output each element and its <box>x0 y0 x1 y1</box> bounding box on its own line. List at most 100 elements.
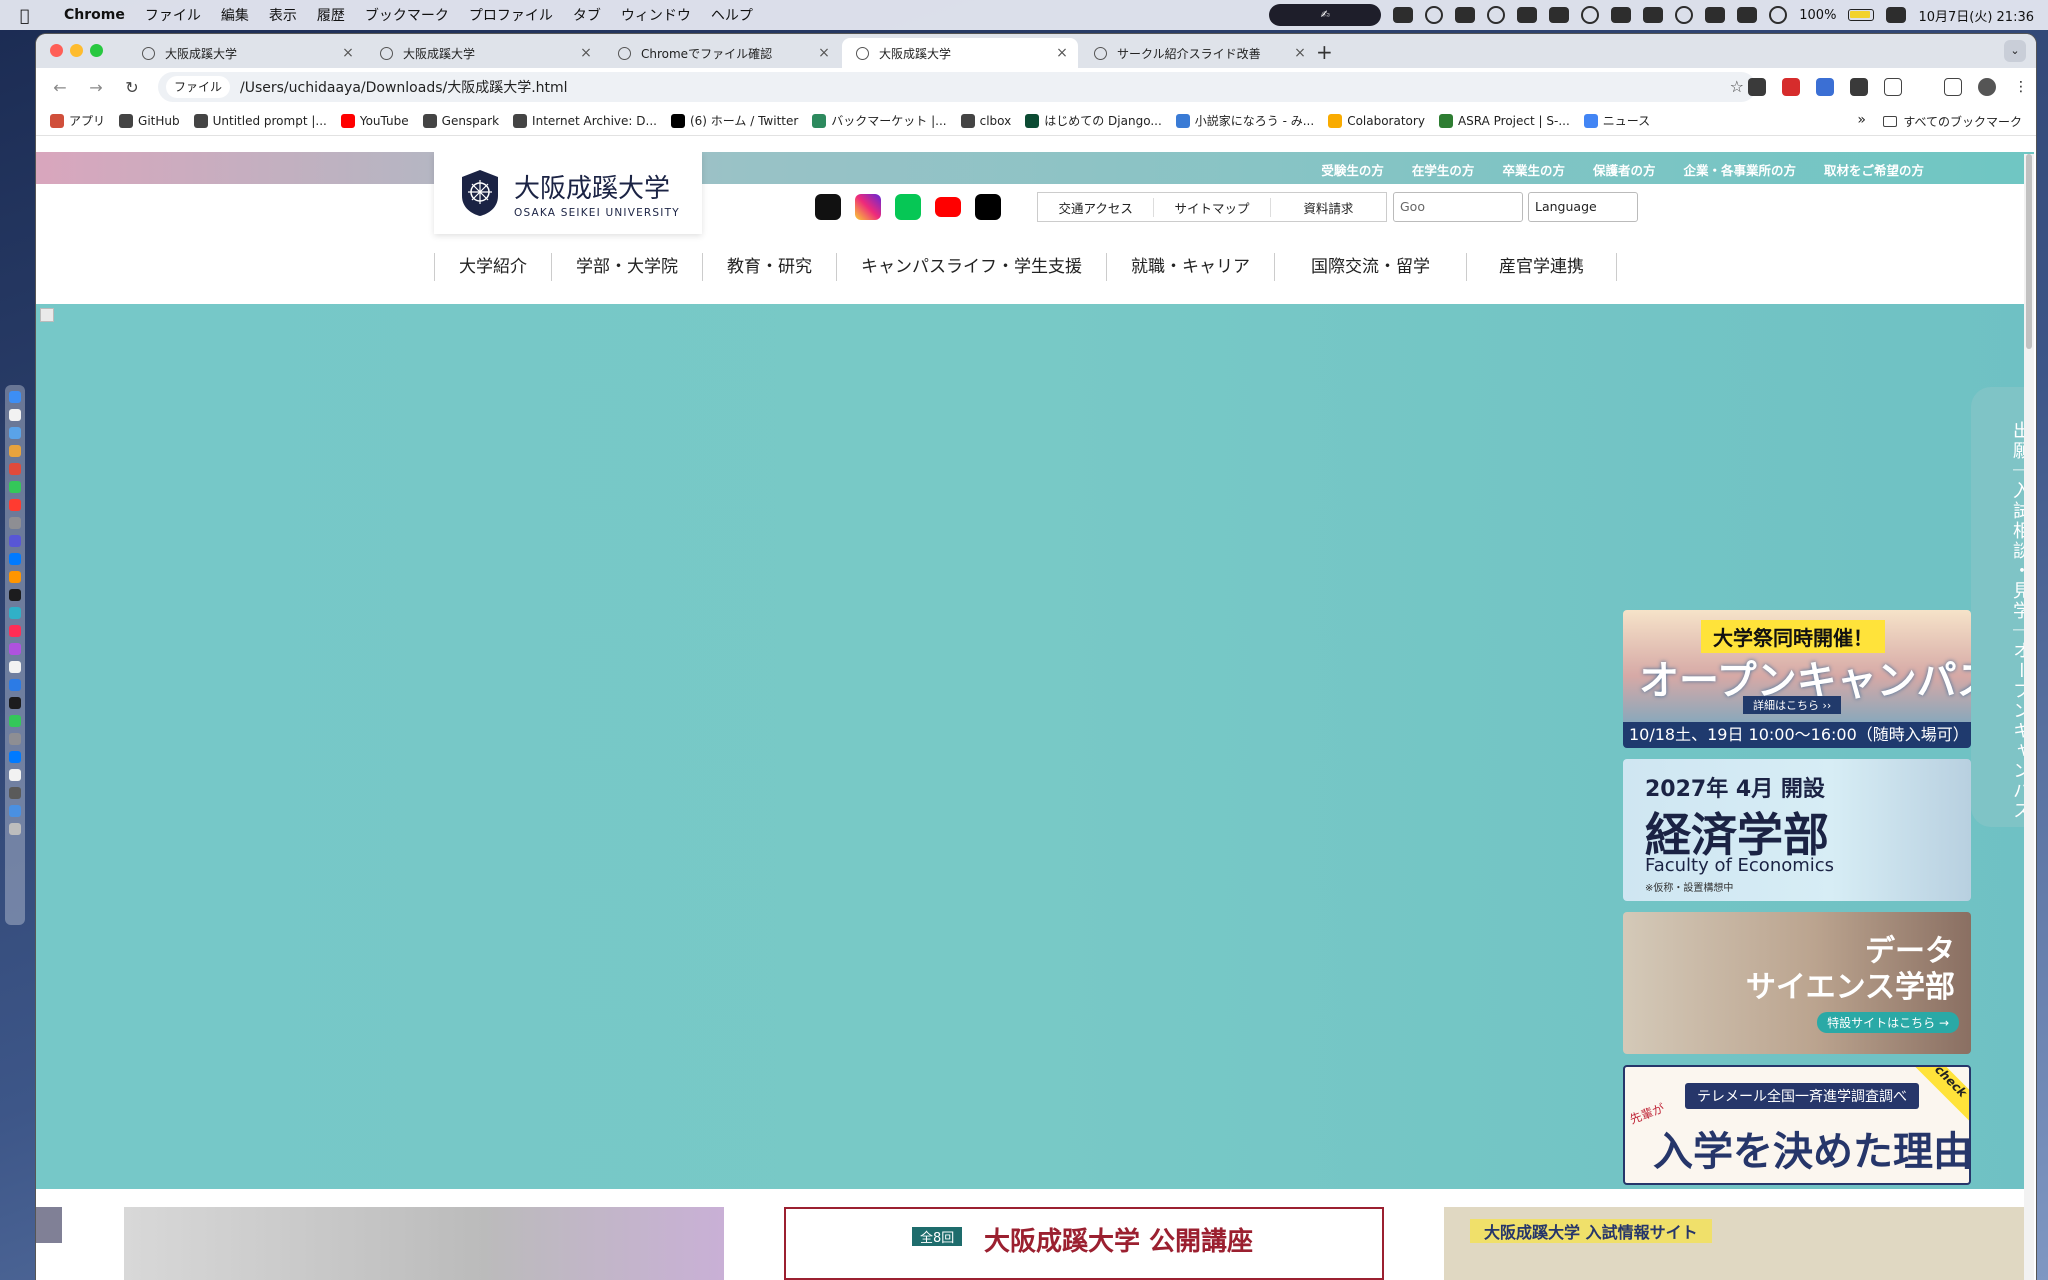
menu-edit[interactable]: 編集 <box>221 5 249 25</box>
dock-app-icon[interactable] <box>9 409 21 421</box>
menu-profile[interactable]: プロファイル <box>469 5 553 25</box>
university-logo[interactable]: 大阪成蹊大学 OSAKA SEIKEI UNIVERSITY <box>434 152 702 234</box>
bluetooth-icon[interactable] <box>1737 7 1758 23</box>
bookmark-item[interactable]: GitHub <box>119 113 180 128</box>
dock-app-icon[interactable] <box>9 607 21 619</box>
dock-app-icon[interactable] <box>9 445 21 457</box>
menu-app-name[interactable]: Chrome <box>64 7 125 23</box>
apple-icon[interactable]:  <box>20 6 44 25</box>
kebab-menu-icon[interactable]: ⋮ <box>2012 78 2030 96</box>
instagram-icon[interactable] <box>855 194 881 220</box>
status-icon-3[interactable] <box>1455 7 1476 23</box>
reload-icon[interactable]: ↻ <box>120 78 144 97</box>
menu-history[interactable]: 履歴 <box>317 5 345 25</box>
access-link[interactable]: 交通アクセス <box>1038 197 1155 217</box>
site-info-chip[interactable]: ファイル <box>166 76 231 98</box>
wifi-icon[interactable] <box>1769 6 1788 24</box>
open-campus-banner[interactable]: 大学祭同時開催！ オープンキャンパス 詳細はこちら ›› 10/18土、19日 … <box>1623 610 1971 748</box>
x-icon[interactable] <box>975 194 1001 220</box>
youtube-icon[interactable] <box>935 197 961 217</box>
menu-bookmarks[interactable]: ブックマーク <box>365 5 449 25</box>
bookmark-item[interactable]: Untitled prompt |... <box>193 113 327 128</box>
new-tab-button[interactable]: + <box>1316 40 1333 64</box>
dock-app-icon[interactable] <box>9 643 21 655</box>
dock-app-icon[interactable] <box>9 571 21 583</box>
bookmark-item[interactable]: Internet Archive: D... <box>513 113 657 128</box>
tab-active[interactable]: 大阪成蹊大学 × <box>842 38 1078 68</box>
extension-icon[interactable] <box>1850 78 1868 96</box>
language-select[interactable]: Language <box>1528 192 1638 222</box>
bookmark-item[interactable]: ニュース <box>1583 112 1650 129</box>
close-icon[interactable]: × <box>576 45 596 61</box>
zoom-window-button[interactable] <box>90 44 103 57</box>
admission-info-card[interactable]: 大阪成蹊大学 入試情報サイト <box>1444 1207 2034 1280</box>
audience-link[interactable]: 在学生の方 <box>1412 160 1475 179</box>
status-icon-7[interactable] <box>1581 6 1600 24</box>
dock-app-icon[interactable] <box>9 463 21 475</box>
dock-app-icon[interactable] <box>9 553 21 565</box>
dock-app-icon[interactable] <box>9 787 21 799</box>
trash-icon[interactable] <box>9 823 21 835</box>
translate-icon[interactable] <box>1816 78 1834 96</box>
dock-app-icon[interactable] <box>9 625 21 637</box>
bookmark-item[interactable]: (6) ホーム / Twitter <box>670 112 798 129</box>
audience-link[interactable]: 企業・各事業所の方 <box>1683 160 1796 179</box>
close-icon[interactable]: × <box>338 45 358 61</box>
scrollbar-thumb[interactable] <box>2026 154 2032 349</box>
economics-faculty-banner[interactable]: 2027年 4月 開設 経済学部 Faculty of Economics ※仮… <box>1623 759 1971 901</box>
more-bookmarks-chevron-icon[interactable]: » <box>1857 112 1866 128</box>
page-scrollbar[interactable] <box>2024 154 2034 1280</box>
tab[interactable]: サークル紹介スライド改善 × <box>1080 38 1316 68</box>
status-icon-10[interactable] <box>1675 6 1694 24</box>
address-bar[interactable]: ファイル /Users/uchidaaya/Downloads/大阪成蹊大学.h… <box>158 72 1756 102</box>
menu-window[interactable]: ウィンドウ <box>621 5 691 25</box>
audience-link[interactable]: 保護者の方 <box>1593 160 1656 179</box>
battery-icon[interactable] <box>1848 9 1875 21</box>
close-icon[interactable]: × <box>1290 45 1310 61</box>
status-icon-5[interactable] <box>1517 7 1538 23</box>
close-window-button[interactable] <box>50 44 63 57</box>
dock-app-icon[interactable] <box>9 391 21 403</box>
bookmark-item[interactable]: clbox <box>960 113 1011 128</box>
close-icon[interactable]: × <box>814 45 834 61</box>
dock-app-icon[interactable] <box>9 661 21 673</box>
menu-file[interactable]: ファイル <box>145 5 201 25</box>
status-icon-4[interactable] <box>1487 6 1506 24</box>
bookmark-item[interactable]: Genspark <box>422 113 499 128</box>
dock-app-icon[interactable] <box>9 679 21 691</box>
status-icon-6[interactable] <box>1549 7 1570 23</box>
status-icon-9[interactable] <box>1643 7 1664 23</box>
tab[interactable]: 大阪成蹊大学 × <box>366 38 602 68</box>
status-icon-11[interactable] <box>1705 7 1726 23</box>
sitemap-link[interactable]: サイトマップ <box>1154 197 1271 217</box>
forward-icon[interactable]: → <box>84 78 108 97</box>
menu-view[interactable]: 表示 <box>269 5 297 25</box>
tab[interactable]: 大阪成蹊大学 × <box>128 38 364 68</box>
dock-app-icon[interactable] <box>9 751 21 763</box>
lecture-card[interactable]: 全8回 大阪成蹊大学 公開講座 <box>784 1207 1384 1280</box>
close-icon[interactable]: × <box>1052 45 1072 61</box>
dock-app-icon[interactable] <box>9 805 21 817</box>
edge-card[interactable] <box>36 1207 62 1243</box>
status-icon-2[interactable] <box>1425 6 1444 24</box>
bookmark-item[interactable]: アプリ <box>50 112 105 129</box>
tab[interactable]: Chromeでファイル確認 × <box>604 38 840 68</box>
tab-search-button[interactable]: ⌄ <box>2004 40 2026 62</box>
bookmark-star-icon[interactable]: ☆ <box>1730 77 1744 96</box>
dock-app-icon[interactable] <box>9 499 21 511</box>
gnav-item[interactable]: 大学紹介 <box>434 253 551 281</box>
back-icon[interactable]: ← <box>48 78 72 97</box>
gnav-item[interactable]: 産官学連携 <box>1466 253 1617 281</box>
download-icon[interactable] <box>1944 78 1962 96</box>
audience-link[interactable]: 卒業生の方 <box>1502 160 1565 179</box>
bookmark-item[interactable]: Colaboratory <box>1328 113 1425 128</box>
extension-icon[interactable] <box>1748 78 1766 96</box>
menu-help[interactable]: ヘルプ <box>711 5 753 25</box>
bookmark-item[interactable]: はじめての Django... <box>1025 112 1162 129</box>
dock-app-icon[interactable] <box>9 481 21 493</box>
menubar-clock[interactable]: 10月7日(火) 21:36 <box>1918 6 2034 25</box>
extensions-puzzle-icon[interactable] <box>1884 78 1902 96</box>
status-pill[interactable]: ✍ <box>1269 4 1382 26</box>
gnav-item[interactable]: 国際交流・留学 <box>1274 253 1466 281</box>
audience-link[interactable]: 受験生の方 <box>1321 160 1384 179</box>
